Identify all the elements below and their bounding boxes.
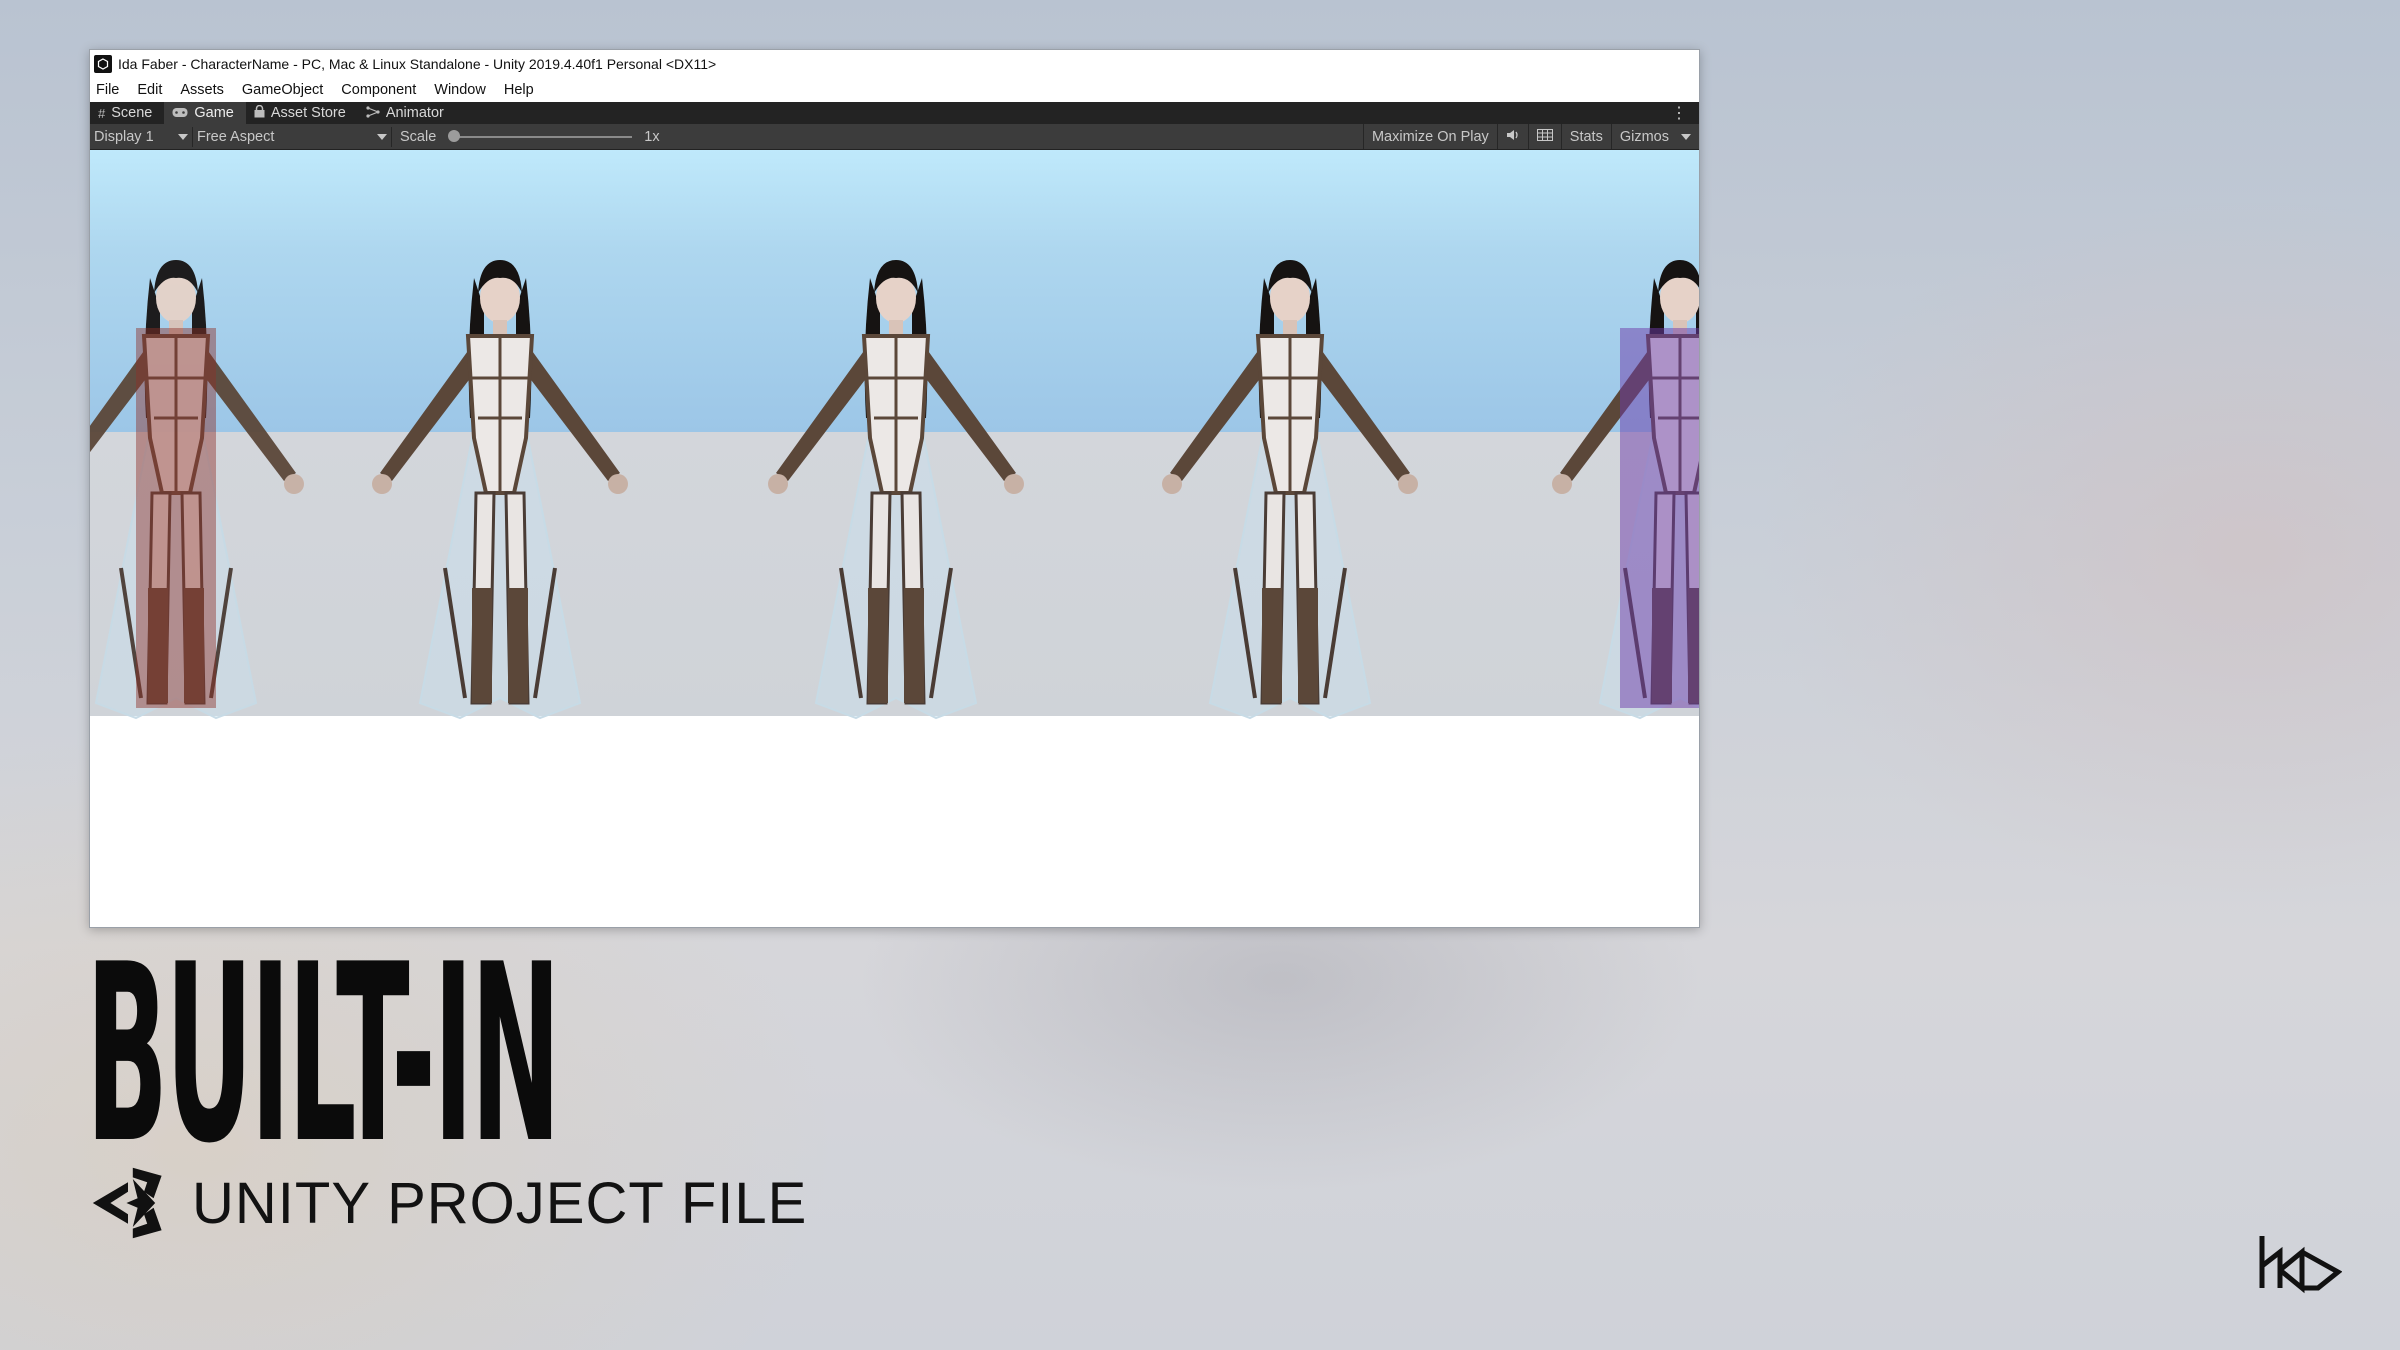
stats-button[interactable]: Stats — [1560, 124, 1611, 149]
chevron-down-icon — [1681, 133, 1691, 140]
toolbar-divider — [391, 126, 392, 147]
tab-bar: # Scene Game Asset Store Animator ⋮ — [90, 102, 1699, 124]
game-viewport[interactable] — [90, 150, 1699, 924]
window-title: Ida Faber - CharacterName - PC, Mac & Li… — [118, 56, 717, 72]
window-titlebar: Ida Faber - CharacterName - PC, Mac & Li… — [90, 50, 1699, 78]
menu-gameobject[interactable]: GameObject — [242, 82, 323, 98]
game-view-toolbar: Display 1 Free Aspect Scale 1x Maximize … — [90, 124, 1699, 150]
toolbar-right-group: Maximize On Play Stats Gizmos — [1362, 124, 1699, 149]
menu-component[interactable]: Component — [341, 82, 416, 98]
gizmos-label: Gizmos — [1619, 128, 1669, 145]
scale-slider-thumb[interactable] — [448, 129, 461, 142]
maximize-on-play-toggle[interactable]: Maximize On Play — [1362, 124, 1497, 149]
kebab-menu-icon[interactable]: ⋮ — [1671, 103, 1687, 123]
chevron-down-icon — [377, 133, 387, 140]
tab-scene-label: Scene — [111, 105, 153, 121]
aspect-dropdown-label: Free Aspect — [197, 128, 275, 145]
lock-icon — [254, 104, 265, 121]
character-white-2 — [766, 258, 1026, 720]
scale-value: 1x — [644, 128, 660, 145]
character-red — [90, 258, 306, 720]
tab-asset-store[interactable]: Asset Store — [246, 102, 358, 124]
stats-grid-toggle[interactable] — [1527, 124, 1561, 149]
character-white-1 — [370, 258, 630, 720]
aspect-dropdown[interactable]: Free Aspect — [193, 124, 391, 149]
menu-help[interactable]: Help — [504, 82, 534, 98]
tab-game-label: Game — [194, 105, 234, 121]
unity-app-icon — [94, 55, 112, 73]
menu-edit[interactable]: Edit — [137, 82, 162, 98]
scale-slider[interactable] — [448, 129, 633, 142]
tab-scene[interactable]: # Scene — [90, 102, 164, 124]
menu-bar: File Edit Assets GameObject Component Wi… — [90, 78, 1699, 102]
subtitle: UNITY PROJECT FILE — [192, 1171, 808, 1236]
maximize-on-play-label: Maximize On Play — [1371, 128, 1489, 145]
grid-table-icon — [1536, 128, 1553, 145]
unity-editor-window: Ida Faber - CharacterName - PC, Mac & Li… — [89, 49, 1700, 928]
chevron-down-icon — [178, 133, 188, 140]
headline: BUILT-IN — [86, 912, 561, 1197]
gizmos-dropdown[interactable]: Gizmos — [1610, 124, 1699, 149]
menu-assets[interactable]: Assets — [180, 82, 224, 98]
character-white-3 — [1160, 258, 1420, 720]
tab-game[interactable]: Game — [164, 102, 246, 124]
character-lineup — [90, 258, 1699, 720]
grid-icon: # — [98, 105, 106, 121]
speaker-icon — [1506, 129, 1520, 145]
menu-file[interactable]: File — [96, 82, 119, 98]
display-dropdown[interactable]: Display 1 — [90, 124, 192, 149]
tab-animator-label: Animator — [385, 105, 444, 121]
unity-logo-icon — [92, 1167, 162, 1239]
ida-faber-logo-icon — [2259, 1236, 2342, 1294]
character-purple — [1550, 258, 1699, 720]
animator-icon — [366, 105, 380, 121]
menu-window[interactable]: Window — [434, 82, 486, 98]
stats-label: Stats — [1569, 128, 1603, 145]
tab-asset-store-label: Asset Store — [270, 105, 346, 121]
scale-label: Scale — [400, 128, 437, 145]
gamepad-icon — [172, 106, 188, 121]
display-dropdown-label: Display 1 — [94, 128, 154, 145]
tab-animator[interactable]: Animator — [358, 102, 456, 124]
mute-audio-toggle[interactable] — [1496, 124, 1528, 149]
